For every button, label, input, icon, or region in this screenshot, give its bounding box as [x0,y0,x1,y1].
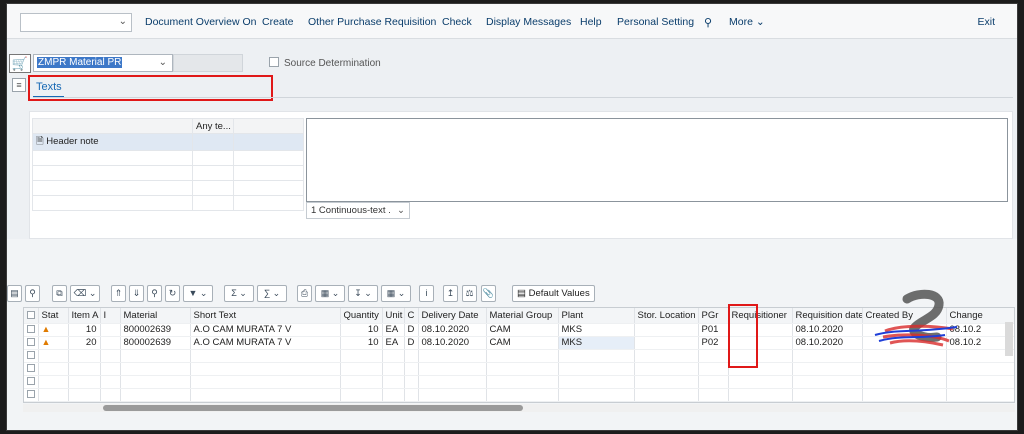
row-checkbox[interactable] [27,364,35,372]
table-row[interactable] [24,349,1014,363]
row-checkbox[interactable] [27,377,35,385]
sum-icon[interactable]: Σ ⌄ [224,285,254,302]
table-row[interactable] [32,165,304,181]
info-icon[interactable]: i [419,285,434,302]
source-determination-checkbox[interactable]: Source Determination [269,57,381,69]
chevron-down-icon: ⌄ [755,16,765,28]
column-header: Any te... [192,118,234,134]
col-stat[interactable]: Stat [38,308,69,324]
scroll-thumb[interactable] [103,405,523,411]
text-types-table: Any te... 🗎 Header note [32,118,304,211]
row-checkbox[interactable] [27,390,35,398]
col-c[interactable]: C [404,308,419,324]
warning-icon: ▲ [41,337,51,347]
search-icon[interactable]: ⚲ [704,16,712,29]
document-overview-button[interactable]: Document Overview On [145,16,256,28]
grid-header-row: Stat Item A I Material Short Text Quanti… [24,308,1014,324]
help-button[interactable]: Help [580,16,602,28]
top-toolbar: ⌄ Document Overview On Create Other Purc… [7,4,1017,39]
scale-icon[interactable]: ⚖ [462,285,477,302]
warning-icon: ▲ [41,324,51,334]
chevron-down-icon: ⌄ [397,205,405,216]
col-created-by[interactable]: Created By [862,308,947,324]
create-button[interactable]: Create [262,16,294,28]
table-row[interactable]: ▲ 10 800002639 A.O CAM MURATA 7 V 10 EA … [24,323,1014,337]
select-all-checkbox[interactable] [27,310,35,319]
table-row[interactable] [32,195,304,211]
col-item[interactable]: Item A [68,308,101,324]
cart-icon[interactable]: 🛒 [9,54,31,73]
table-header-row: Any te... [32,118,304,134]
header-section: 🛒 ZMPR Material PR ⌄ Source Determinatio… [7,39,1017,239]
horizontal-scrollbar[interactable] [23,404,1015,412]
document-type-description [173,54,243,72]
col-i[interactable]: I [100,308,121,324]
text-format-select[interactable]: 1 Continuous-text . ⌄ [306,202,410,219]
table-row[interactable] [24,362,1014,376]
chevron-down-icon: ⌄ [158,57,167,68]
table-row[interactable] [32,180,304,196]
row-checkbox[interactable] [27,338,35,346]
col-material[interactable]: Material [120,308,191,324]
col-unit[interactable]: Unit [382,308,405,324]
col-quantity[interactable]: Quantity [340,308,383,324]
views-icon[interactable]: ▦ ⌄ [315,285,345,302]
exit-button[interactable]: Exit [977,16,995,28]
col-plant[interactable]: Plant [558,308,635,324]
app-window: ⌄ Document Overview On Create Other Purc… [6,3,1018,431]
filter-icon[interactable]: ▼ ⌄ [183,285,213,302]
check-button[interactable]: Check [442,16,472,28]
document-type-select[interactable]: ZMPR Material PR ⌄ [33,54,173,72]
col-requisition-date[interactable]: Requisition date [792,308,863,324]
export-icon[interactable]: ↧ ⌄ [348,285,378,302]
text-type-header-note[interactable]: 🗎 Header note [32,133,193,151]
delete-icon[interactable]: ⌫ ⌄ [70,285,100,302]
subtotal-icon[interactable]: ∑ ⌄ [257,285,287,302]
col-delivery-date[interactable]: Delivery Date [418,308,487,324]
row-checkbox[interactable] [27,325,35,333]
attachment-icon[interactable]: 📎 [481,285,496,302]
table-row[interactable]: 🗎 Header note [32,133,304,151]
sort-descending-icon[interactable]: ⇓ [129,285,144,302]
table-row[interactable]: ▲ 20 800002639 A.O CAM MURATA 7 V 10 EA … [24,336,1014,350]
text-editor[interactable] [306,118,1008,202]
default-values-button[interactable]: ▤ Default Values [512,285,595,302]
copy-icon[interactable]: ⧉ [52,285,67,302]
items-toolbar: ▤ ⚲ ⧉ ⌫ ⌄ ⇑ ⇓ ⚲ ↻ ▼ ⌄ Σ ⌄ ∑ ⌄ ⎙ ▦ ⌄ ↧ ⌄ … [7,285,1007,304]
sort-ascending-icon[interactable]: ⇑ [111,285,126,302]
details-icon[interactable]: ▤ [7,285,22,302]
find-icon[interactable]: ⚲ [147,285,162,302]
upload-icon[interactable]: ↥ [443,285,458,302]
personal-setting-button[interactable]: Personal Setting [617,16,694,28]
col-change[interactable]: Change [946,308,1014,324]
tab-divider [33,97,1013,98]
find-next-icon[interactable]: ↻ [165,285,180,302]
col-short-text[interactable]: Short Text [190,308,341,324]
col-material-group[interactable]: Material Group [486,308,559,324]
collapse-header-icon[interactable]: ≡ [12,78,26,92]
checkbox[interactable] [269,57,279,67]
more-menu[interactable]: More ⌄ [729,16,765,28]
col-pgr[interactable]: PGr [698,308,729,324]
highlight-box-pgr-column [728,304,758,368]
other-purchase-requisition-button[interactable]: Other Purchase Requisition [308,16,436,28]
display-messages-button[interactable]: Display Messages [486,16,571,28]
chevron-down-icon: ⌄ [118,16,127,27]
default-values-icon: ▤ [517,288,526,299]
col-stor-location[interactable]: Stor. Location [634,308,699,324]
vertical-scrollbar[interactable] [1005,322,1013,356]
zoom-icon[interactable]: ⚲ [25,285,40,302]
table-row[interactable] [24,375,1014,389]
document-icon: 🗎 [36,136,44,147]
row-checkbox[interactable] [27,351,35,359]
transaction-select[interactable]: ⌄ [20,13,132,32]
table-row[interactable] [24,388,1014,402]
layout-icon[interactable]: ▦ ⌄ [381,285,411,302]
table-row[interactable] [32,150,304,166]
print-icon[interactable]: ⎙ [297,285,312,302]
items-grid: Stat Item A I Material Short Text Quanti… [23,307,1015,403]
